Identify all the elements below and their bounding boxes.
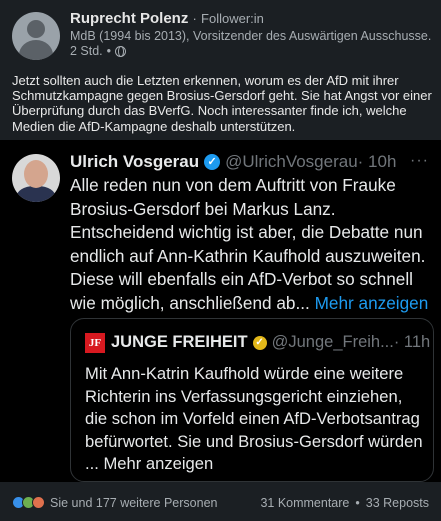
- post-time-text: 2 Std.: [70, 44, 103, 58]
- show-more-link[interactable]: Mehr anzeigen: [315, 293, 429, 313]
- engagement-counts: 31 Kommentare • 33 Reposts: [260, 496, 429, 510]
- verified-badge-icon: ✓: [204, 154, 221, 170]
- nested-show-more-link[interactable]: Mehr anzeigen: [103, 454, 213, 473]
- nested-author-handle[interactable]: @Junge_Freih...: [272, 333, 394, 352]
- avatar-placeholder-head: [27, 20, 45, 38]
- nested-author-name[interactable]: JUNGE FREIHEIT: [111, 333, 248, 352]
- counts-separator: •: [355, 496, 360, 510]
- quoted-tweet[interactable]: Ulrich Vosgerau ✓ @UlrichVosgerau · 10h …: [0, 140, 441, 482]
- author-headline: MdB (1994 bis 2013), Vorsitzender des Au…: [70, 29, 432, 43]
- author-line: Ruprecht Polenz · Follower:in: [70, 10, 264, 27]
- quoted-tweet-header: Ulrich Vosgerau ✓ @UlrichVosgerau · 10h: [70, 152, 396, 172]
- quoted-author-name[interactable]: Ulrich Vosgerau: [70, 152, 199, 172]
- avatar-placeholder-body: [19, 40, 53, 60]
- nested-quote-card[interactable]: JF JUNGE FREIHEIT ✓ @Junge_Freih... · 11…: [70, 318, 434, 482]
- post-commentary: Jetzt sollten auch die Letzten erkennen,…: [12, 73, 432, 134]
- reposts-count[interactable]: 33 Reposts: [366, 496, 429, 510]
- verified-badge-icon: ✓: [252, 335, 267, 350]
- quoted-tweet-time: · 10h: [357, 152, 397, 171]
- linkedin-post: Ruprecht Polenz · Follower:in MdB (1994 …: [0, 0, 441, 521]
- nested-quote-time: · 11h: [393, 333, 431, 351]
- avatar-face: [24, 160, 48, 188]
- social-counts-bar: Sie und 177 weitere Personen 31 Kommenta…: [0, 482, 441, 521]
- love-reaction-icon: [32, 496, 45, 509]
- time-separator: •: [106, 44, 112, 58]
- follower-label: Follower:in: [201, 11, 264, 26]
- nested-quote-header: JUNGE FREIHEIT ✓ @Junge_Freih... · 11h: [111, 333, 430, 352]
- author-avatar[interactable]: [12, 12, 60, 60]
- quoted-author-handle[interactable]: @UlrichVosgerau: [225, 152, 358, 172]
- globe-icon: [115, 45, 127, 57]
- junge-freiheit-logo: JF: [85, 333, 105, 353]
- author-name[interactable]: Ruprecht Polenz: [70, 10, 188, 27]
- nested-quote-text: Mit Ann-Katrin Kaufhold würde eine weite…: [85, 363, 427, 476]
- reactors-count[interactable]: Sie und 177 weitere Personen: [50, 496, 217, 510]
- comments-count[interactable]: 31 Kommentare: [260, 496, 349, 510]
- more-options-icon[interactable]: ···: [410, 152, 429, 170]
- quoted-tweet-text: Alle reden nun von dem Auftritt von Frau…: [70, 174, 432, 315]
- separator: ·: [192, 11, 197, 26]
- reaction-icons[interactable]: [12, 496, 45, 509]
- post-time: 2 Std. •: [70, 44, 127, 58]
- avatar-suit: [16, 186, 56, 202]
- quoted-author-avatar[interactable]: [12, 154, 60, 202]
